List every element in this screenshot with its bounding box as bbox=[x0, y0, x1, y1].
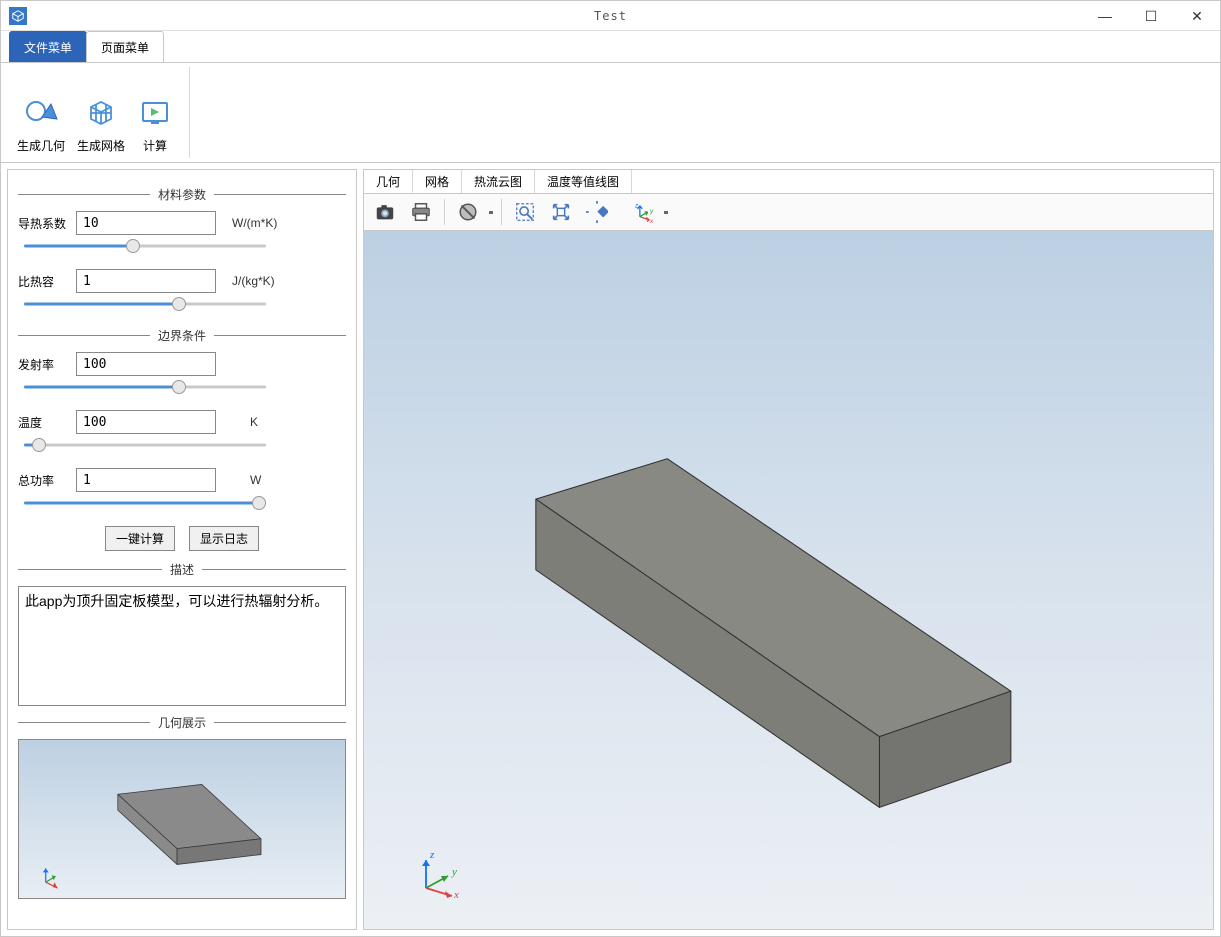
menu-page[interactable]: 页面菜单 bbox=[86, 31, 164, 62]
geometry-icon bbox=[23, 95, 59, 131]
conductivity-unit: W/(m*K) bbox=[232, 216, 277, 230]
conductivity-slider[interactable] bbox=[24, 239, 266, 253]
conductivity-input[interactable] bbox=[76, 211, 216, 235]
show-log-button[interactable]: 显示日志 bbox=[189, 526, 259, 551]
view-toolbar: z y x bbox=[363, 193, 1214, 231]
compute-icon bbox=[137, 95, 173, 131]
app-icon bbox=[9, 7, 27, 25]
specific-heat-label: 比热容 bbox=[18, 273, 76, 290]
tab-geometry[interactable]: 几何 bbox=[364, 170, 413, 193]
description-text: 此app为顶升固定板模型，可以进行热辐射分析。 bbox=[18, 586, 346, 706]
svg-text:y: y bbox=[649, 208, 654, 215]
generate-mesh-button[interactable]: 生成网格 bbox=[71, 67, 131, 158]
geometry-display-section-header: 几何展示 bbox=[18, 714, 346, 731]
svg-text:x: x bbox=[649, 218, 654, 223]
main-view: 几何 网格 热流云图 温度等值线图 bbox=[363, 169, 1214, 930]
emissivity-label: 发射率 bbox=[18, 356, 76, 373]
transparency-button[interactable] bbox=[453, 197, 483, 227]
total-power-unit: W bbox=[250, 473, 261, 487]
axis-gizmo: z y x bbox=[412, 848, 462, 901]
specific-heat-unit: J/(kg*K) bbox=[232, 274, 275, 288]
one-click-compute-button[interactable]: 一键计算 bbox=[105, 526, 175, 551]
temperature-label: 温度 bbox=[18, 414, 76, 431]
description-section-header: 描述 bbox=[18, 561, 346, 578]
window-controls: — ☐ ✕ bbox=[1082, 1, 1220, 31]
compute-button[interactable]: 计算 bbox=[131, 67, 179, 158]
ribbon: 生成几何 生成网格 计算 bbox=[1, 63, 1220, 163]
menu-file[interactable]: 文件菜单 bbox=[9, 31, 87, 62]
tab-temperature-contour[interactable]: 温度等值线图 bbox=[535, 170, 632, 193]
default-view-button[interactable] bbox=[582, 197, 612, 227]
menu-bar: 文件菜单 页面菜单 bbox=[1, 31, 1220, 63]
zoom-box-button[interactable] bbox=[510, 197, 540, 227]
temperature-slider[interactable] bbox=[24, 438, 266, 452]
generate-mesh-label: 生成网格 bbox=[77, 137, 125, 154]
close-button[interactable]: ✕ bbox=[1174, 1, 1220, 31]
svg-text:z: z bbox=[429, 849, 435, 861]
temperature-unit: K bbox=[250, 415, 258, 429]
minimize-button[interactable]: — bbox=[1082, 1, 1128, 31]
screenshot-button[interactable] bbox=[370, 197, 400, 227]
side-panel: 材料参数 导热系数 W/(m*K) 比热容 J/(kg*K) 边界条件 发射率 bbox=[7, 169, 357, 930]
total-power-label: 总功率 bbox=[18, 472, 76, 489]
compute-label: 计算 bbox=[143, 137, 167, 154]
emissivity-slider[interactable] bbox=[24, 380, 266, 394]
generate-geometry-button[interactable]: 生成几何 bbox=[11, 67, 71, 158]
svg-text:y: y bbox=[451, 866, 457, 878]
geometry-preview[interactable] bbox=[18, 739, 346, 899]
mesh-icon bbox=[83, 95, 119, 131]
zoom-extents-button[interactable] bbox=[546, 197, 576, 227]
view-tabs: 几何 网格 热流云图 温度等值线图 bbox=[363, 169, 1214, 193]
maximize-button[interactable]: ☐ bbox=[1128, 1, 1174, 31]
print-button[interactable] bbox=[406, 197, 436, 227]
title-bar: Test — ☐ ✕ bbox=[1, 1, 1220, 31]
conductivity-label: 导热系数 bbox=[18, 215, 76, 232]
specific-heat-slider[interactable] bbox=[24, 297, 266, 311]
material-section-header: 材料参数 bbox=[18, 186, 346, 203]
viewport-3d[interactable]: z y x bbox=[363, 231, 1214, 930]
temperature-input[interactable] bbox=[76, 410, 216, 434]
tab-mesh[interactable]: 网格 bbox=[413, 170, 462, 193]
boundary-section-header: 边界条件 bbox=[18, 327, 346, 344]
total-power-input[interactable] bbox=[76, 468, 216, 492]
tab-heat-flux[interactable]: 热流云图 bbox=[462, 170, 535, 193]
svg-text:x: x bbox=[453, 889, 459, 898]
axis-orientation-button[interactable]: z y x bbox=[628, 197, 658, 227]
emissivity-input[interactable] bbox=[76, 352, 216, 376]
total-power-slider[interactable] bbox=[24, 496, 266, 510]
specific-heat-input[interactable] bbox=[76, 269, 216, 293]
window-title: Test bbox=[594, 9, 627, 23]
generate-geometry-label: 生成几何 bbox=[17, 137, 65, 154]
